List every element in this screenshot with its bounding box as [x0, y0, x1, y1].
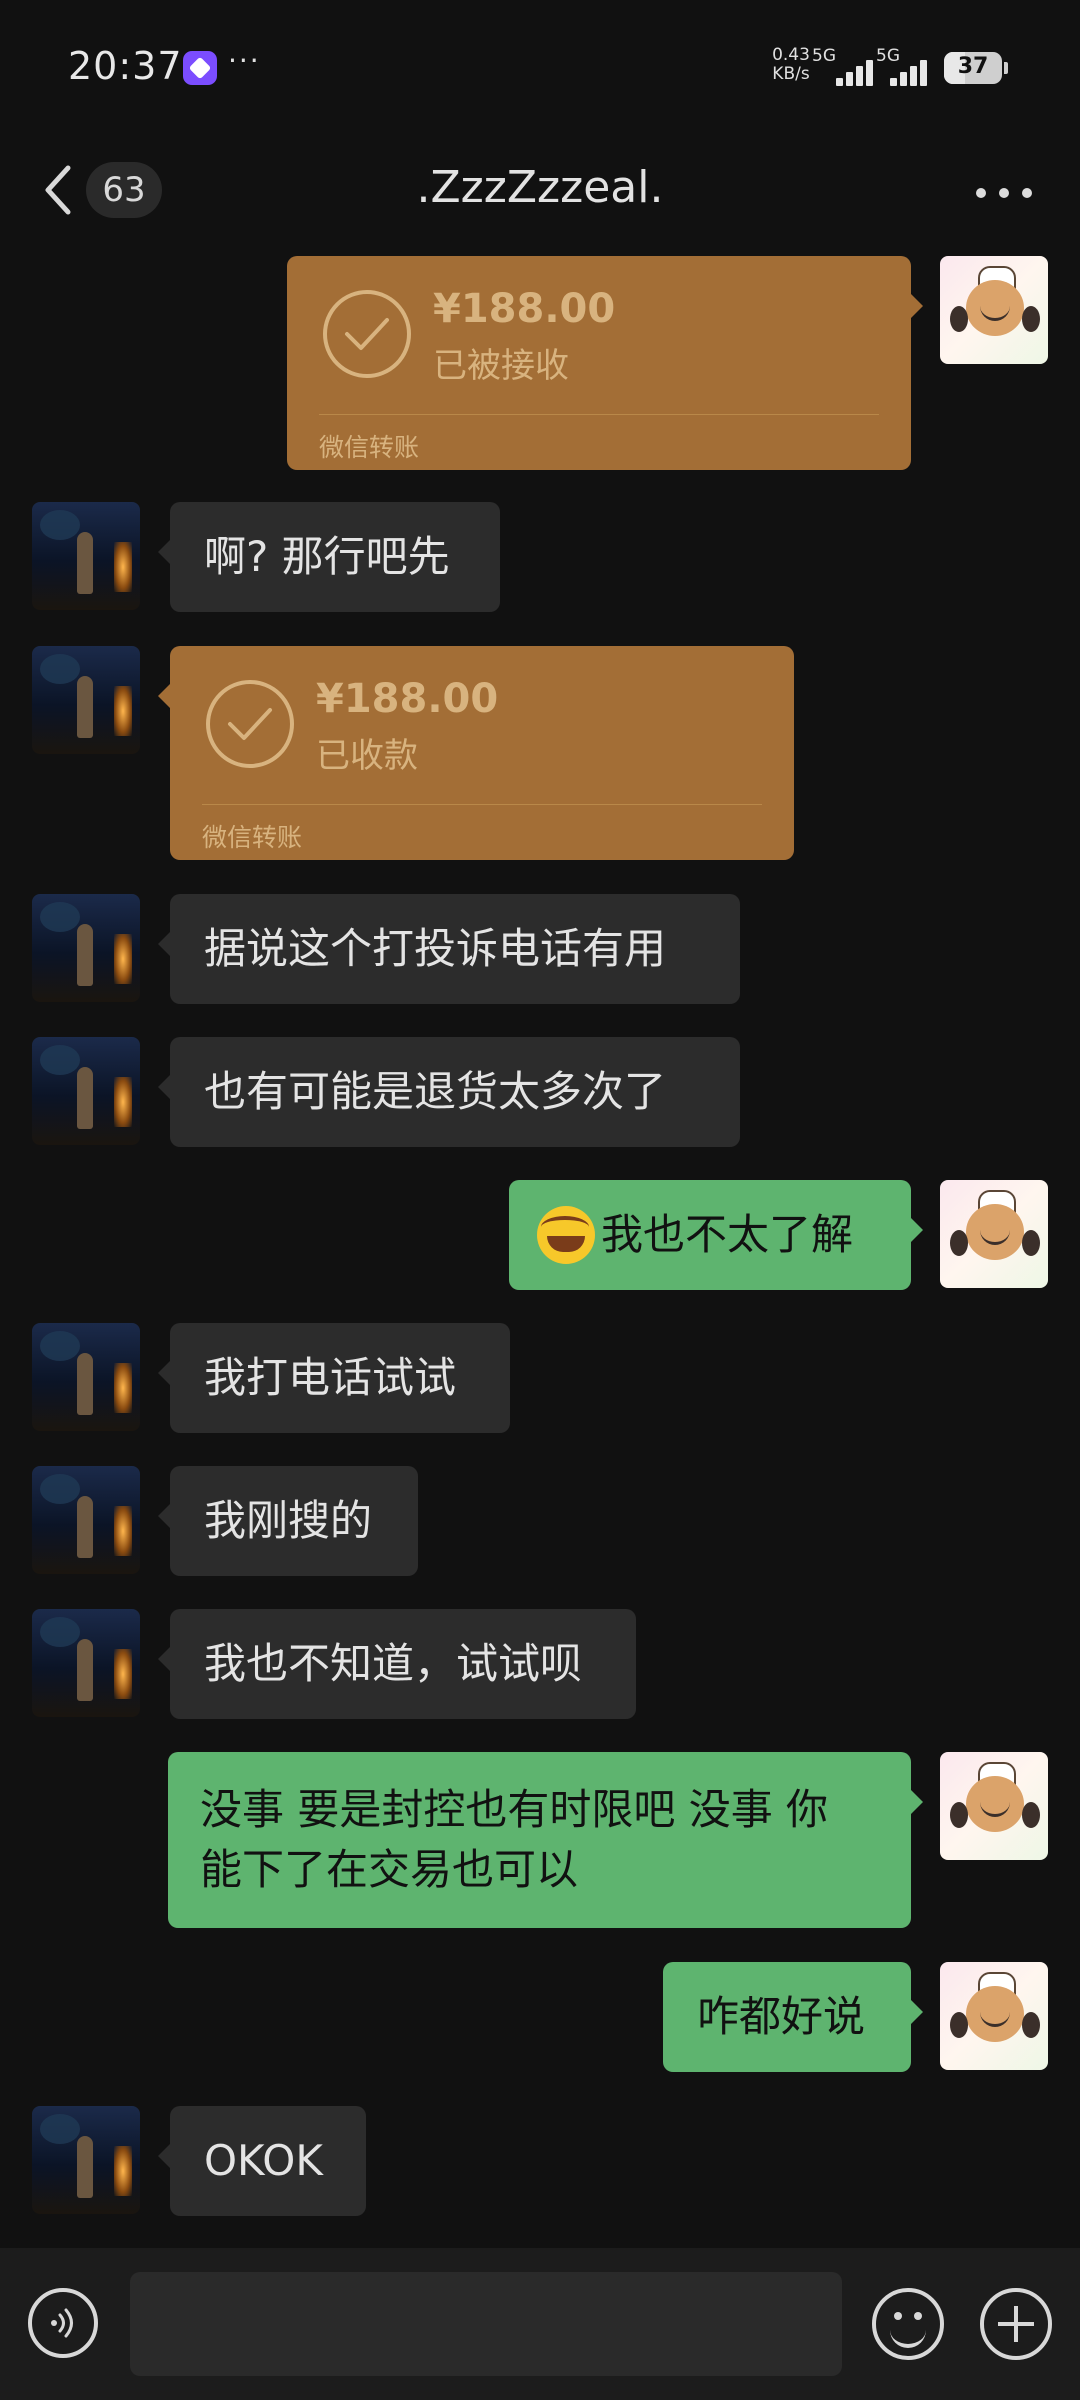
plus-button[interactable] [980, 2288, 1052, 2360]
network-speed-value: 0.43 [772, 45, 810, 65]
contact-avatar[interactable] [32, 1323, 140, 1431]
voice-input-icon [51, 2308, 73, 2338]
message-text-line: 没事 要是封控也有时限吧 没事 你 [200, 1785, 829, 1834]
battery-level: 37 [957, 54, 989, 79]
message-bubble[interactable]: 我也不太了解 [509, 1180, 923, 1290]
more-options-button[interactable] [972, 168, 1036, 218]
contact-avatar[interactable] [32, 1609, 140, 1717]
clock: 20:37 [68, 44, 183, 88]
sim2-signal-icon: 5G [876, 46, 936, 86]
transfer-brand: 微信转账 [202, 823, 303, 852]
my-avatar[interactable] [940, 1180, 1048, 1288]
transfer-card[interactable]: ¥188.00 已收款 微信转账 [158, 646, 794, 860]
my-avatar[interactable] [940, 1752, 1048, 1860]
network-speed: 0.43 KB/s [768, 46, 814, 84]
transfer-status: 已被接收 [433, 346, 569, 386]
transfer-card[interactable]: ¥188.00 已被接收 微信转账 [287, 256, 923, 470]
transfer-brand: 微信转账 [319, 433, 420, 462]
divider [319, 414, 879, 415]
contact-avatar[interactable] [32, 1466, 140, 1574]
contact-avatar[interactable] [32, 646, 140, 754]
status-bar: 20:37 ··· 0.43 KB/s 5G 5G 37 [0, 0, 1080, 140]
chevron-left-icon [45, 165, 71, 215]
back-button[interactable] [36, 160, 80, 220]
message-bubble[interactable]: OKOK [158, 2106, 366, 2216]
contact-avatar[interactable] [32, 2106, 140, 2214]
divider [202, 804, 762, 805]
facepalm-emoji-icon [537, 1206, 595, 1264]
message-bubble[interactable]: 也有可能是退货太多次了 [158, 1037, 740, 1147]
emoji-button[interactable] [872, 2288, 944, 2360]
network-speed-unit: KB/s [772, 64, 810, 84]
transfer-amount: ¥188.00 [316, 676, 499, 722]
message-bubble[interactable]: 啊? 那行吧先 [158, 502, 500, 612]
app-notification-icon [183, 51, 217, 85]
contact-avatar[interactable] [32, 894, 140, 1002]
voice-input-button[interactable] [28, 2288, 98, 2358]
battery-icon: 37 [944, 52, 1008, 84]
message-bubble[interactable]: 我打电话试试 [158, 1323, 510, 1433]
message-bubble[interactable]: 没事 要是封控也有时限吧 没事 你 能下了在交易也可以 [168, 1752, 923, 1928]
transfer-status: 已收款 [316, 736, 418, 776]
chat-title: .ZzzZzzeal. [416, 162, 664, 213]
check-circle-icon [206, 680, 294, 768]
emoji-icon [894, 2312, 902, 2320]
message-text: 我也不太了解 [601, 1210, 854, 1259]
message-bubble[interactable]: 我也不知道，试试呗 [158, 1609, 636, 1719]
status-more-icon: ··· [228, 44, 261, 77]
message-text-line: 能下了在交易也可以 [200, 1845, 579, 1894]
message-bubble[interactable]: 据说这个打投诉电话有用 [158, 894, 740, 1004]
sim1-signal-icon: 5G [812, 46, 873, 86]
message-bubble[interactable]: 我刚搜的 [158, 1466, 418, 1576]
my-avatar[interactable] [940, 1962, 1048, 2070]
transfer-amount: ¥188.00 [433, 286, 616, 332]
message-bubble[interactable]: 咋都好说 [663, 1962, 923, 2072]
message-input[interactable] [130, 2272, 842, 2376]
contact-avatar[interactable] [32, 1037, 140, 1145]
contact-avatar[interactable] [32, 502, 140, 610]
unread-count-badge[interactable]: 63 [86, 162, 162, 218]
my-avatar[interactable] [940, 256, 1048, 364]
check-circle-icon [323, 290, 411, 378]
input-bar [0, 2248, 1080, 2400]
